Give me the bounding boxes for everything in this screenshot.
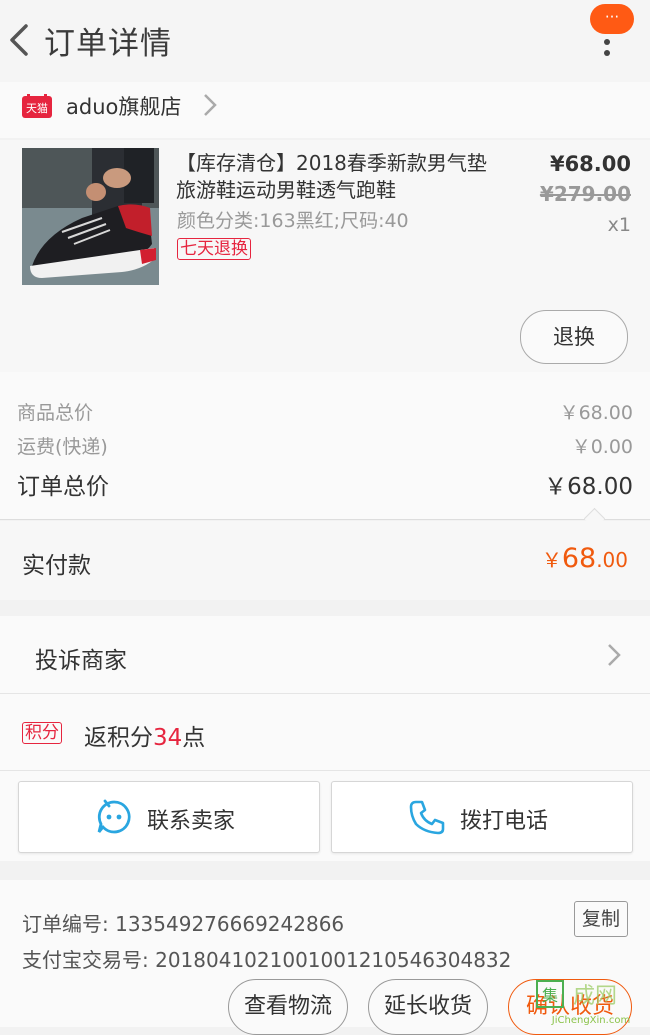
product-item[interactable]: 【库存清仓】2018春季新款男气垫旅游鞋运动男鞋透气跑鞋 颜色分类:163黑红;…: [0, 140, 650, 372]
product-title[interactable]: 【库存清仓】2018春季新款男气垫旅游鞋运动男鞋透气跑鞋: [176, 150, 506, 204]
paid-currency: ￥: [541, 548, 562, 572]
product-quantity: x1: [607, 214, 631, 236]
goods-total-label: 商品总价: [17, 402, 94, 424]
points-row: 积分 返积分34点: [0, 694, 650, 770]
paid-integer: 68: [561, 543, 597, 574]
goods-total-value: ￥68.00: [559, 402, 633, 424]
order-total-value: ￥68.00: [544, 474, 633, 500]
svg-text:集: 集: [542, 986, 558, 1005]
back-arrow-icon[interactable]: [4, 20, 34, 60]
call-phone-label[interactable]: 拨打电话: [460, 803, 548, 835]
price-summary: 商品总价 ￥68.00 运费(快递) ￥0.00 订单总价 ￥68.00: [0, 372, 650, 530]
call-phone-button[interactable]: 拨打电话: [331, 781, 633, 853]
message-badge[interactable]: ···: [590, 4, 634, 34]
product-image[interactable]: [22, 148, 159, 285]
paid-value: ￥68.00: [542, 543, 628, 574]
seven-day-return-badge: 七天退换: [177, 238, 251, 260]
points-number: 34: [153, 725, 183, 751]
paid-decimal: .00: [596, 548, 628, 572]
title-bar: 订单详情 ···: [0, 0, 650, 82]
summary-divider: [0, 519, 650, 520]
points-prefix: 返积分: [84, 725, 153, 751]
shoe-photo: [22, 148, 159, 285]
tmall-logo-icon: 天猫: [22, 94, 52, 118]
points-text: 返积分34点: [84, 718, 205, 752]
page-title: 订单详情: [44, 26, 172, 62]
watermark-logo: 集 成网 JiChengXin.com: [536, 980, 630, 1026]
tmall-badge-text: 天猫: [26, 102, 48, 115]
chevron-right-icon: [608, 644, 621, 666]
watermark-text: JiChengXin.com: [551, 1015, 630, 1026]
refund-exchange-button[interactable]: 退换: [520, 310, 628, 364]
points-suffix: 点: [182, 725, 206, 751]
chevron-right-icon: [204, 94, 217, 116]
contact-seller-label[interactable]: 联系卖家: [147, 803, 235, 835]
chat-bubble-icon: [97, 799, 131, 834]
product-spec: 颜色分类:163黑红;尺码:40: [177, 210, 409, 232]
points-badge: 积分: [22, 722, 62, 744]
copy-button[interactable]: 复制: [574, 901, 628, 937]
shipping-label: 运费(快递): [17, 436, 108, 458]
order-number: 订单编号: 133549276669242866: [22, 912, 345, 936]
shop-name[interactable]: aduo旗舰店: [66, 91, 181, 121]
paid-amount-row: 实付款 ￥68.00: [0, 521, 650, 600]
order-total-label: 订单总价: [17, 474, 109, 500]
shipping-value: ￥0.00: [571, 436, 633, 458]
contact-seller-button[interactable]: 联系卖家: [18, 781, 320, 853]
contact-actions: 联系卖家 拨打电话: [0, 771, 650, 861]
phone-icon: [409, 800, 445, 835]
svg-text:成网: 成网: [573, 984, 617, 1009]
product-original-price: ¥279.00: [539, 182, 631, 206]
paid-label: 实付款: [22, 553, 91, 579]
product-price: ¥68.00: [549, 152, 631, 176]
complain-merchant-row[interactable]: 投诉商家: [0, 616, 650, 693]
shop-row[interactable]: 天猫 aduo旗舰店: [0, 82, 650, 138]
complain-merchant-label[interactable]: 投诉商家: [35, 641, 127, 675]
